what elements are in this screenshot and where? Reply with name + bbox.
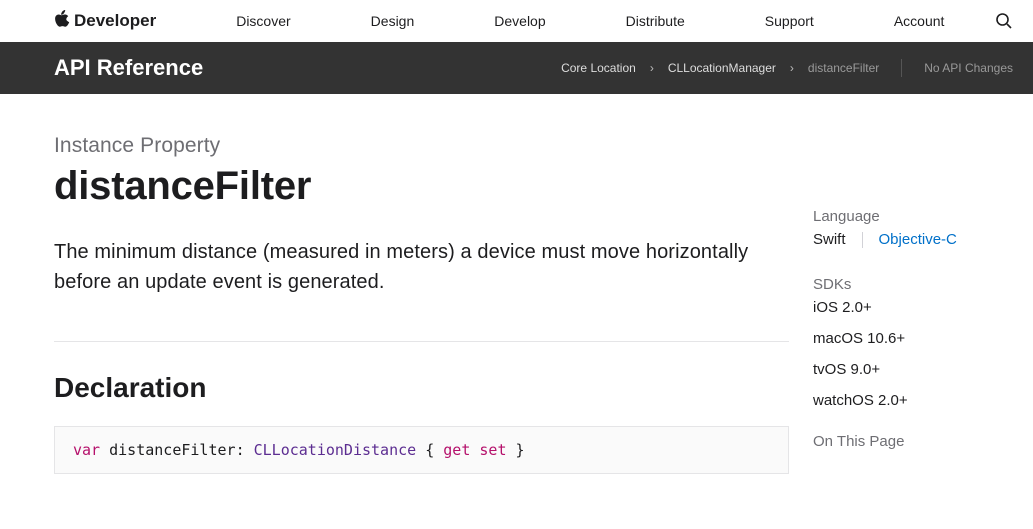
code-punct: :: [236, 441, 254, 459]
nav-links: Discover Design Develop Distribute Suppo…: [236, 13, 995, 29]
sdks-label: SDKs: [813, 276, 1013, 293]
brand[interactable]: Developer: [54, 10, 156, 33]
api-changes-label[interactable]: No API Changes: [924, 61, 1013, 75]
nav-link-account[interactable]: Account: [894, 13, 945, 29]
nav-link-develop[interactable]: Develop: [494, 13, 545, 29]
divider: [862, 232, 863, 248]
global-nav: Developer Discover Design Develop Distri…: [0, 0, 1033, 42]
search-button[interactable]: [995, 12, 1013, 30]
sdk-list: iOS 2.0+ macOS 10.6+ tvOS 9.0+ watchOS 2…: [813, 299, 1013, 409]
page-title: distanceFilter: [54, 164, 789, 209]
eyebrow: Instance Property: [54, 134, 789, 158]
chevron-right-icon: ›: [790, 61, 794, 75]
summary-text: The minimum distance (measured in meters…: [54, 237, 789, 297]
nav-link-design[interactable]: Design: [371, 13, 415, 29]
chevron-right-icon: ›: [650, 61, 654, 75]
page-content: Instance Property distanceFilter The min…: [0, 94, 1033, 474]
code-type[interactable]: CLLocationDistance: [254, 441, 417, 459]
on-this-page-label: On This Page: [813, 433, 1013, 450]
nav-link-distribute[interactable]: Distribute: [626, 13, 685, 29]
divider: [901, 59, 902, 77]
code-punct: }: [507, 441, 525, 459]
sdk-item: iOS 2.0+: [813, 299, 1013, 316]
code-keyword-set: set: [479, 441, 506, 459]
nav-link-support[interactable]: Support: [765, 13, 814, 29]
language-swift: Swift: [813, 231, 846, 248]
code-identifier: distanceFilter: [109, 441, 235, 459]
main-column: Instance Property distanceFilter The min…: [54, 134, 789, 474]
search-icon: [995, 12, 1013, 30]
sub-header: API Reference Core Location › CLLocation…: [0, 42, 1033, 94]
sdk-item: tvOS 9.0+: [813, 361, 1013, 378]
code-keyword-var: var: [73, 441, 100, 459]
language-objc-link[interactable]: Objective-C: [879, 231, 957, 248]
declaration-code: var distanceFilter: CLLocationDistance {…: [54, 426, 789, 474]
sub-header-title: API Reference: [54, 55, 203, 81]
code-punct: {: [416, 441, 443, 459]
language-selector: Swift Objective-C: [813, 231, 1013, 248]
sdk-item: macOS 10.6+: [813, 330, 1013, 347]
sidebar: Language Swift Objective-C SDKs iOS 2.0+…: [813, 134, 1013, 474]
breadcrumb-item-cllocationmanager[interactable]: CLLocationManager: [668, 61, 776, 75]
apple-logo-icon: [54, 10, 70, 33]
breadcrumb-item-current: distanceFilter: [808, 61, 879, 75]
code-keyword-get: get: [443, 441, 470, 459]
nav-link-discover[interactable]: Discover: [236, 13, 290, 29]
sdk-item: watchOS 2.0+: [813, 392, 1013, 409]
breadcrumb-item-core-location[interactable]: Core Location: [561, 61, 636, 75]
brand-text: Developer: [74, 11, 156, 31]
divider: [54, 341, 789, 342]
declaration-heading: Declaration: [54, 372, 789, 404]
language-label: Language: [813, 208, 1013, 225]
breadcrumb: Core Location › CLLocationManager › dist…: [561, 59, 1013, 77]
